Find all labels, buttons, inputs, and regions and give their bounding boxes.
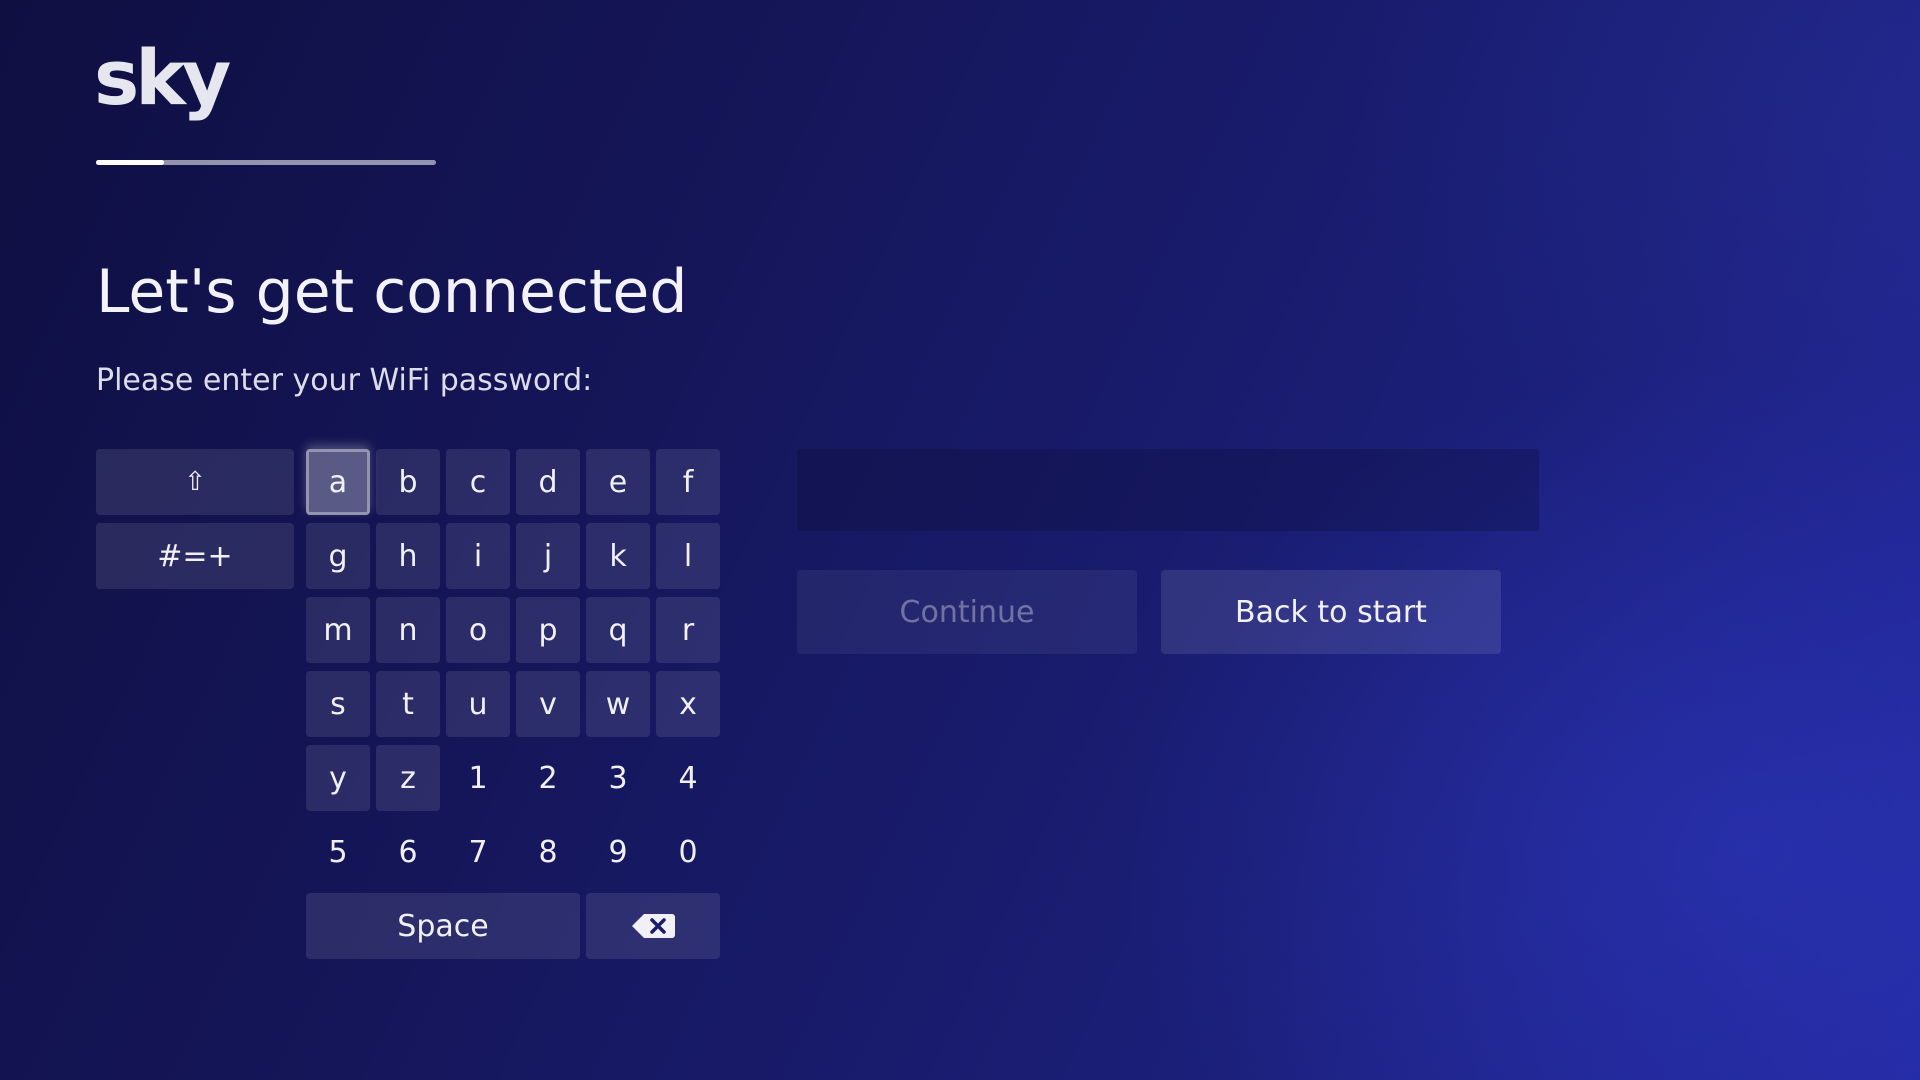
key-w[interactable]: w	[586, 671, 650, 737]
key-5[interactable]: 5	[306, 819, 370, 885]
key-u[interactable]: u	[446, 671, 510, 737]
key-2[interactable]: 2	[516, 745, 580, 811]
key-m[interactable]: m	[306, 597, 370, 663]
key-z[interactable]: z	[376, 745, 440, 811]
page-subtitle: Please enter your WiFi password:	[96, 363, 593, 398]
key-9[interactable]: 9	[586, 819, 650, 885]
key-i[interactable]: i	[446, 523, 510, 589]
key-e[interactable]: e	[586, 449, 650, 515]
key-h[interactable]: h	[376, 523, 440, 589]
key-a[interactable]: a	[306, 449, 370, 515]
key-o[interactable]: o	[446, 597, 510, 663]
key-q[interactable]: q	[586, 597, 650, 663]
sky-logo: sky	[94, 33, 231, 122]
back-to-start-button[interactable]: Back to start	[1161, 570, 1501, 654]
key-6[interactable]: 6	[376, 819, 440, 885]
key-8[interactable]: 8	[516, 819, 580, 885]
key-p[interactable]: p	[516, 597, 580, 663]
key-j[interactable]: j	[516, 523, 580, 589]
symbols-key[interactable]: #=+	[96, 523, 294, 589]
wifi-password-input[interactable]	[797, 449, 1539, 531]
key-0[interactable]: 0	[656, 819, 720, 885]
continue-button[interactable]: Continue	[797, 570, 1137, 654]
shift-arrow-icon: ⇧	[184, 467, 206, 497]
backspace-key[interactable]	[586, 893, 720, 959]
key-l[interactable]: l	[656, 523, 720, 589]
key-c[interactable]: c	[446, 449, 510, 515]
setup-progress-bar	[96, 160, 436, 165]
key-1[interactable]: 1	[446, 745, 510, 811]
key-t[interactable]: t	[376, 671, 440, 737]
key-3[interactable]: 3	[586, 745, 650, 811]
key-4[interactable]: 4	[656, 745, 720, 811]
key-g[interactable]: g	[306, 523, 370, 589]
key-x[interactable]: x	[656, 671, 720, 737]
key-d[interactable]: d	[516, 449, 580, 515]
key-v[interactable]: v	[516, 671, 580, 737]
backspace-icon	[632, 914, 675, 938]
progress-fill	[96, 160, 164, 165]
key-f[interactable]: f	[656, 449, 720, 515]
shift-key[interactable]: ⇧	[96, 449, 294, 515]
space-key[interactable]: Space	[306, 893, 580, 959]
key-k[interactable]: k	[586, 523, 650, 589]
key-y[interactable]: y	[306, 745, 370, 811]
key-r[interactable]: r	[656, 597, 720, 663]
page-title: Let's get connected	[96, 257, 688, 327]
key-s[interactable]: s	[306, 671, 370, 737]
key-7[interactable]: 7	[446, 819, 510, 885]
key-n[interactable]: n	[376, 597, 440, 663]
key-b[interactable]: b	[376, 449, 440, 515]
